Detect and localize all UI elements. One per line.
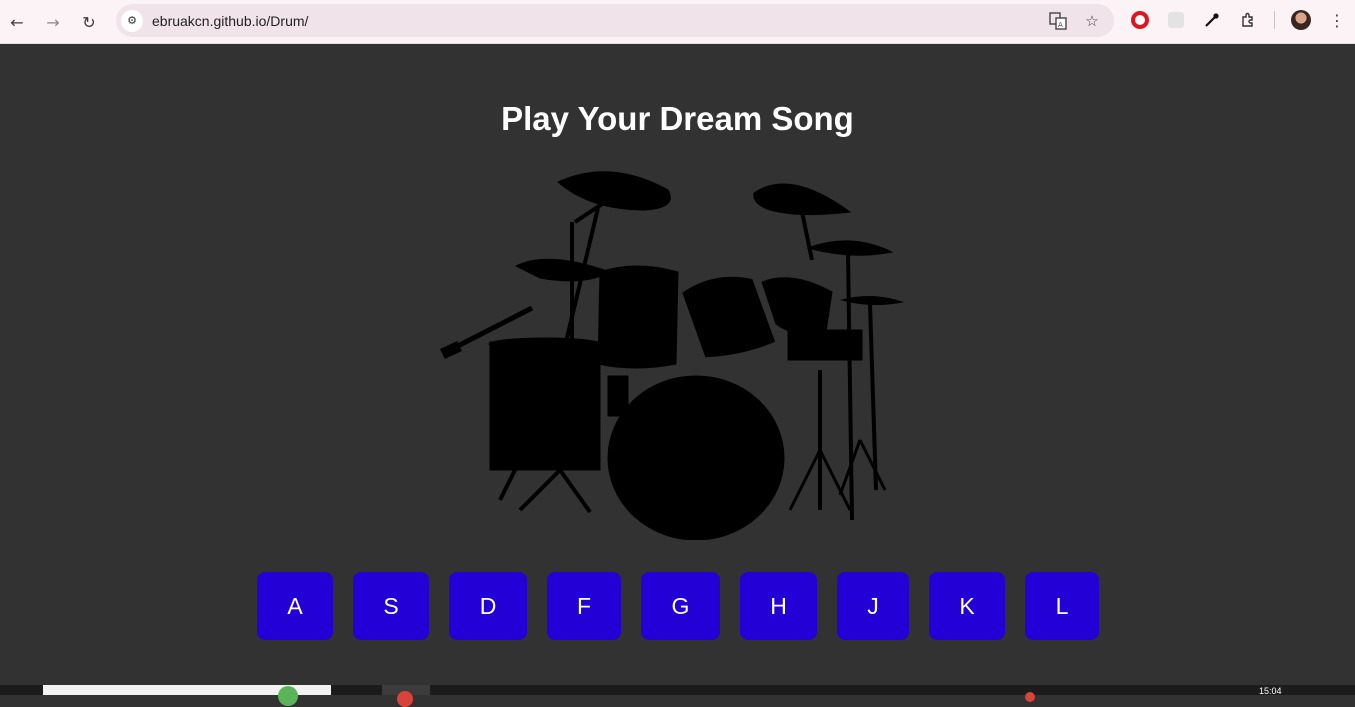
url-text[interactable]: ebruakcn.github.io/Drum/ bbox=[152, 13, 308, 29]
svg-text:A: A bbox=[1058, 21, 1063, 29]
os-taskbar: 15:04 bbox=[0, 685, 1355, 707]
extension-grey-icon[interactable] bbox=[1162, 6, 1190, 34]
toolbar-separator bbox=[1274, 11, 1275, 29]
translate-icon[interactable]: A bbox=[1046, 9, 1070, 33]
reload-icon[interactable]: ↻ bbox=[73, 6, 105, 38]
eyedropper-icon[interactable] bbox=[1198, 6, 1226, 34]
site-settings-icon[interactable]: ⚙ bbox=[121, 9, 143, 32]
browser-toolbar: ← → ↻ ⚙ ebruakcn.github.io/Drum/ A ☆ ⋮ bbox=[0, 0, 1355, 44]
drum-key-s[interactable]: S bbox=[353, 572, 429, 640]
page-content: Play Your Dream Song A S D F G H J K L bbox=[0, 44, 1355, 685]
taskbar-notification-icon[interactable] bbox=[1025, 692, 1035, 702]
profile-avatar[interactable] bbox=[1287, 6, 1315, 34]
drum-key-f[interactable]: F bbox=[547, 572, 621, 640]
drum-key-j[interactable]: J bbox=[837, 572, 909, 640]
taskbar-app-icon bbox=[397, 691, 413, 707]
opera-icon[interactable] bbox=[1126, 6, 1154, 34]
drum-key-d[interactable]: D bbox=[449, 572, 527, 640]
page-title: Play Your Dream Song bbox=[501, 100, 854, 137]
bookmark-star-icon[interactable]: ☆ bbox=[1080, 9, 1104, 33]
extensions-puzzle-icon[interactable] bbox=[1234, 6, 1262, 34]
drum-key-h[interactable]: H bbox=[740, 572, 817, 640]
drum-keys: A S D F G H J K L bbox=[0, 572, 1355, 640]
forward-arrow-icon[interactable]: → bbox=[37, 6, 69, 38]
back-arrow-icon[interactable]: ← bbox=[1, 6, 33, 38]
drum-key-a[interactable]: A bbox=[257, 572, 333, 640]
drum-key-k[interactable]: K bbox=[929, 572, 1005, 640]
more-menu-icon[interactable]: ⋮ bbox=[1323, 6, 1351, 34]
globe-icon[interactable] bbox=[278, 686, 298, 706]
drum-kit-silhouette bbox=[440, 171, 904, 540]
drum-key-l[interactable]: L bbox=[1025, 572, 1099, 640]
address-bar[interactable]: ⚙ ebruakcn.github.io/Drum/ A ☆ bbox=[116, 4, 1114, 37]
drum-key-g[interactable]: G bbox=[641, 572, 720, 640]
